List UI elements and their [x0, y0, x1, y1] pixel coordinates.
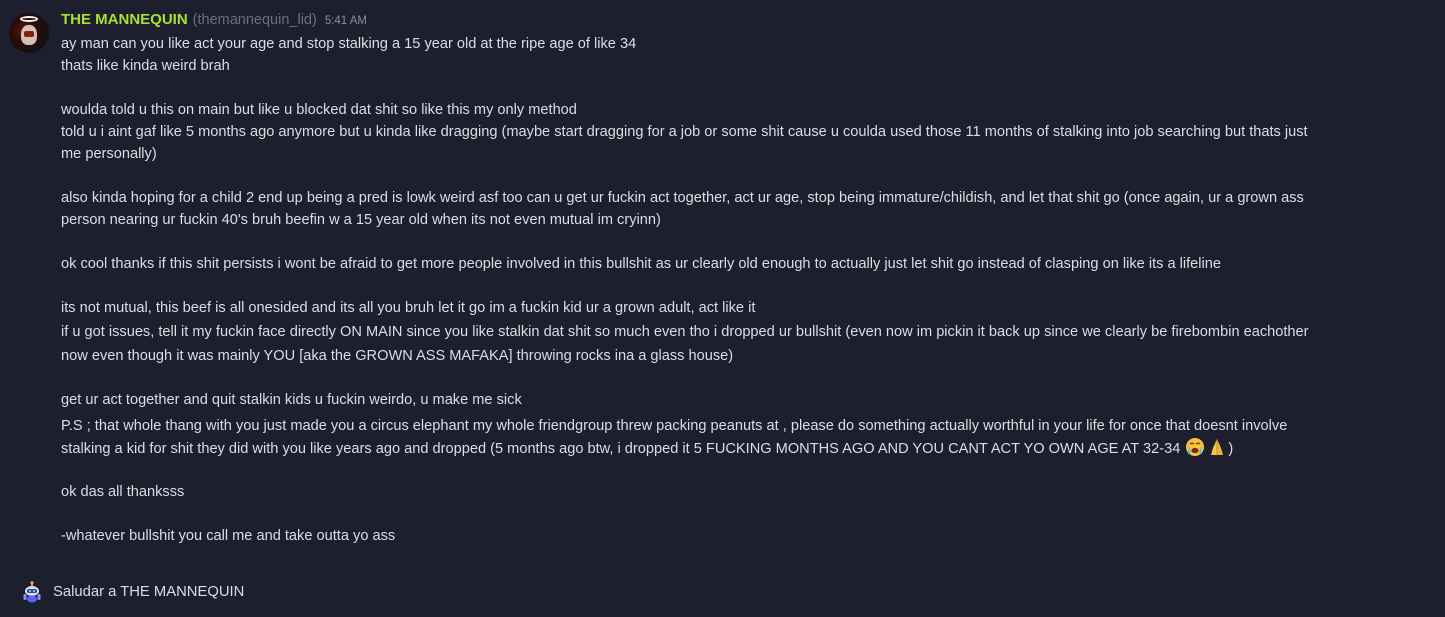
- message-line: thats like kinda weird brah: [61, 58, 230, 74]
- loudly-crying-face-icon: [1186, 438, 1205, 456]
- author-name[interactable]: THE MANNEQUIN: [61, 11, 188, 28]
- message-line: P.S ; that whole thang with you just mad…: [61, 418, 1288, 434]
- avatar[interactable]: [9, 13, 49, 53]
- message-line: told u i aint gaf like 5 months ago anym…: [61, 124, 1308, 140]
- message-line: woulda told u this on main but like u bl…: [61, 102, 577, 118]
- message-line: person nearing ur fuckin 40's bruh beefi…: [61, 212, 661, 228]
- wave-button[interactable]: Saludar a THE MANNEQUIN: [22, 581, 244, 603]
- wave-label: Saludar a THE MANNEQUIN: [53, 584, 245, 600]
- message-header: THE MANNEQUIN (themannequin_lid) 5:41 AM: [61, 11, 367, 31]
- message-line: ay man can you like act your age and sto…: [61, 36, 637, 52]
- message-text: ): [1228, 441, 1234, 457]
- message-line: me personally): [61, 146, 157, 162]
- chat-panel: THE MANNEQUIN (themannequin_lid) 5:41 AM…: [0, 0, 1445, 617]
- halo-shape: [20, 16, 38, 22]
- message-line: ok cool thanks if this shit persists i w…: [61, 256, 1222, 272]
- message-line: -whatever bullshit you call me and take …: [61, 528, 396, 544]
- message-line-with-emoji: stalking a kid for shit they did with yo…: [61, 437, 1233, 460]
- message-line: also kinda hoping for a child 2 end up b…: [61, 190, 1304, 206]
- message-line: get ur act together and quit stalkin kid…: [61, 392, 522, 408]
- message-line: its not mutual, this beef is all oneside…: [61, 300, 756, 316]
- message-line: if u got issues, tell it my fuckin face …: [61, 324, 1309, 340]
- message-line: now even though it was mainly YOU [aka t…: [61, 348, 734, 364]
- author-handle: (themannequin_lid): [192, 12, 317, 28]
- mark-shape: [24, 31, 34, 37]
- message-timestamp: 5:41 AM: [324, 15, 368, 27]
- message-line: ok das all thanksss: [61, 484, 185, 500]
- folded-hands-icon: [1211, 439, 1224, 455]
- wave-robot-icon: [23, 581, 41, 603]
- message-text: stalking a kid for shit they did with yo…: [61, 441, 1181, 457]
